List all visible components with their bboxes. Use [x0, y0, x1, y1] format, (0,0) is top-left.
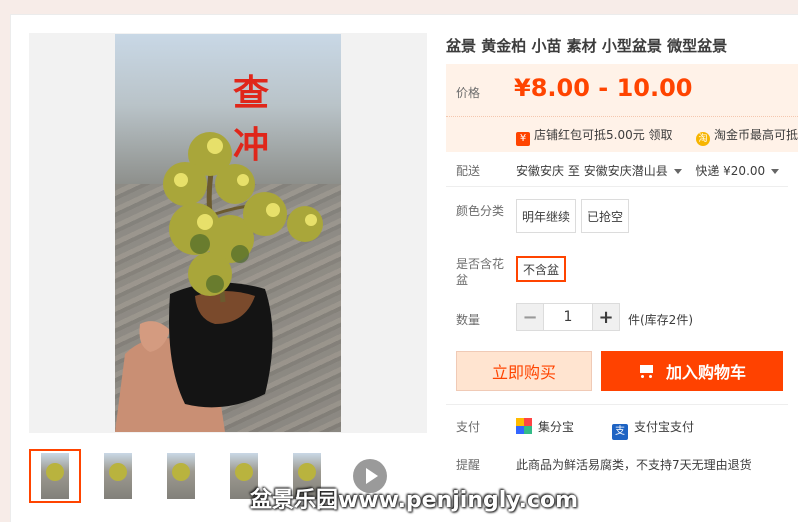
product-photo: 查 冲: [115, 34, 341, 432]
shipping-info: 安徽安庆 至 安徽安庆潜山县 快递 ¥20.00: [516, 162, 785, 179]
payment-method-jifenbao: 集分宝: [516, 418, 574, 435]
pot-option-1[interactable]: 不含盆: [516, 256, 566, 282]
decrease-button[interactable]: −: [517, 304, 543, 330]
ship-to-select[interactable]: 安徽安庆潜山县: [584, 164, 668, 178]
payment-method-alipay: 支支付宝支付: [612, 418, 694, 440]
reminder-label: 提醒: [456, 458, 481, 472]
chevron-down-icon[interactable]: [771, 169, 780, 174]
color-option-1[interactable]: 明年继续: [516, 199, 576, 233]
ship-to-word: 至: [567, 164, 580, 178]
quantity-input[interactable]: 1: [543, 304, 593, 330]
thumbnail-image: [167, 453, 195, 499]
photo-overlay-text: 查 冲: [233, 72, 280, 166]
divider: [446, 116, 798, 117]
payment-method-1-label: 集分宝: [538, 420, 575, 434]
chevron-down-icon[interactable]: [673, 169, 682, 174]
price-panel: 价格 ¥8.00 - 10.00 ¥ 店铺红包可抵5.00元 领取 淘淘金币最高可…: [446, 64, 798, 152]
thumbnail-image: [104, 453, 132, 499]
pot-label: 是否含花盆: [456, 257, 505, 287]
coin-icon: 淘: [696, 132, 710, 146]
shop-coupon-promo[interactable]: ¥ 店铺红包可抵5.00元 领取: [516, 126, 673, 146]
add-to-cart-button[interactable]: 加入购物车: [601, 351, 783, 391]
payment-label: 支付: [456, 420, 481, 434]
jifenbao-icon: [516, 418, 532, 434]
stock-text: 件(库存2件): [628, 313, 693, 327]
thumbnail-3[interactable]: [155, 449, 207, 503]
increase-button[interactable]: +: [593, 304, 619, 330]
buy-now-button[interactable]: 立即购买: [456, 351, 592, 391]
quantity-label: 数量: [456, 313, 481, 327]
coin-promo-text: 淘金币最高可抵: [714, 128, 798, 142]
thumbnail-2[interactable]: [92, 449, 144, 503]
divider: [446, 404, 788, 405]
color-option-2[interactable]: 已抢空: [581, 199, 629, 233]
shop-coupon-text: 店铺红包可抵5.00元 领取: [534, 128, 673, 142]
alipay-icon: 支: [612, 424, 628, 440]
yen-icon: ¥: [516, 132, 530, 146]
thumbnail-image: [41, 453, 69, 499]
payment-method-2-label: 支付宝支付: [634, 420, 695, 434]
product-title: 盆景 黄金柏 小苗 素材 小型盆景 微型盆景: [446, 37, 728, 55]
reminder-text: 此商品为鲜活易腐类，不支持7天无理由退货: [516, 458, 752, 472]
shipping-label: 配送: [456, 164, 481, 178]
coin-promo[interactable]: 淘淘金币最高可抵: [696, 126, 798, 146]
add-to-cart-label: 加入购物车: [665, 363, 746, 382]
main-image[interactable]: 查 冲: [29, 33, 427, 433]
site-watermark: 盆景乐园www.penjingly.com: [250, 488, 579, 513]
ship-from: 安徽安庆: [516, 164, 565, 178]
price-label: 价格: [456, 86, 481, 100]
divider: [446, 186, 788, 187]
price-value: ¥8.00 - 10.00: [514, 74, 693, 102]
shipping-method-select[interactable]: 快递 ¥20.00: [695, 164, 765, 178]
thumbnail-1[interactable]: [29, 449, 81, 503]
cart-icon: [638, 364, 656, 378]
quantity-stepper: − 1 +: [516, 303, 620, 331]
color-category-label: 颜色分类: [456, 204, 505, 218]
